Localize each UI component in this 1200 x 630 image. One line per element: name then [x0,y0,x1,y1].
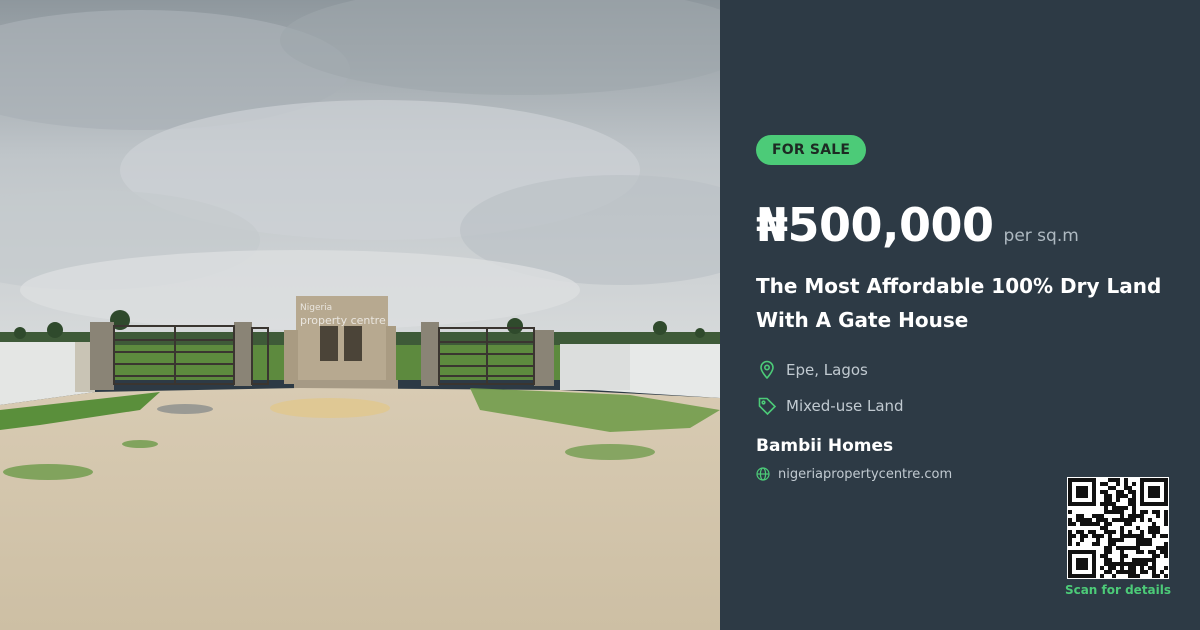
for-sale-badge: FOR SALE [756,135,867,165]
price-unit: per sq.m [1003,226,1079,246]
tag-icon [756,395,778,417]
property-type-row: Mixed-use Land [756,395,904,417]
listing-photo: Nigeria property centre [0,0,720,630]
qr-caption: Scan for details [1064,583,1172,597]
listing-title[interactable]: The Most Affordable 100% Dry Land With A… [756,269,1166,337]
map-pin-icon [756,359,778,381]
globe-icon [756,466,772,482]
land-plot-photo: Nigeria property centre [0,0,720,630]
watermark-line2: property centre [300,314,386,327]
watermark-line1: Nigeria [300,303,332,313]
qr-code-graphic [1068,478,1168,578]
listing-info-panel: FOR SALE ₦500,000 per sq.m The Most Affo… [720,0,1200,630]
location-text: Epe, Lagos [786,361,868,379]
property-type-text: Mixed-use Land [786,397,904,415]
price-row: ₦500,000 per sq.m [756,198,1079,252]
website-text: nigeriapropertycentre.com [778,466,953,482]
website-row[interactable]: nigeriapropertycentre.com [756,466,952,482]
agent-name[interactable]: Bambii Homes [756,436,893,456]
qr-code[interactable] [1067,477,1169,579]
location-row: Epe, Lagos [756,359,868,381]
price: ₦500,000 [756,198,994,252]
